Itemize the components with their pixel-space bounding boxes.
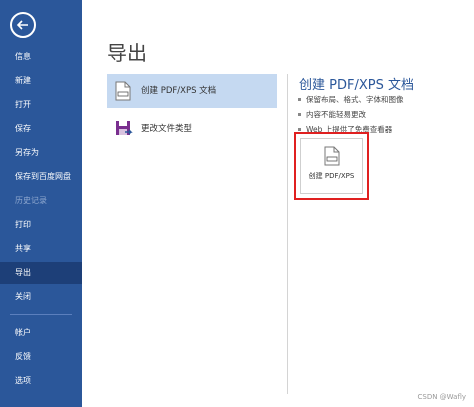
create-pdf-xps-button-label: 创建 PDF/XPS: [308, 172, 355, 180]
page-title: 导出: [107, 41, 147, 65]
pdf-doc-icon: [324, 146, 340, 170]
sidebar-item-feedback[interactable]: 反馈: [0, 346, 82, 368]
option-label: 更改文件类型: [141, 124, 193, 134]
back-arrow-icon[interactable]: [10, 12, 36, 38]
pdf-doc-icon: [115, 81, 131, 105]
sidebar-item-new[interactable]: 新建: [0, 70, 82, 92]
sidebar-item-save-as[interactable]: 另存为: [0, 142, 82, 164]
sidebar-item-save[interactable]: 保存: [0, 118, 82, 140]
detail-bullet: 内容不能轻易更改: [298, 110, 366, 119]
export-panel: 导出 创建 PDF/XPS 文档 更改文件类型 创建 PDF/XPS 文档 保留…: [82, 0, 474, 407]
sidebar-item-options[interactable]: 选项: [0, 370, 82, 392]
sidebar-item-save-to-baidu[interactable]: 保存到百度网盘: [0, 166, 82, 188]
backstage-sidebar: 信息 新建 打开 保存 另存为 保存到百度网盘 历史记录 打印 共享 导出 关闭…: [0, 0, 82, 407]
panel-divider: [287, 74, 288, 394]
option-create-pdf-xps[interactable]: 创建 PDF/XPS 文档: [107, 74, 277, 108]
sidebar-item-export[interactable]: 导出: [0, 262, 82, 284]
sidebar-item-history: 历史记录: [15, 196, 47, 205]
sidebar-item-share[interactable]: 共享: [0, 238, 82, 260]
sidebar-item-close[interactable]: 关闭: [0, 286, 82, 308]
create-pdf-xps-button[interactable]: 创建 PDF/XPS: [300, 138, 363, 194]
sidebar-item-print[interactable]: 打印: [0, 214, 82, 236]
sidebar-item-info[interactable]: 信息: [0, 46, 82, 68]
option-label: 创建 PDF/XPS 文档: [141, 86, 217, 96]
detail-title: 创建 PDF/XPS 文档: [299, 78, 414, 93]
option-change-file-type[interactable]: 更改文件类型: [107, 112, 277, 146]
watermark: CSDN @Wafly: [417, 393, 467, 401]
sidebar-item-account[interactable]: 帐户: [0, 322, 82, 344]
sidebar-divider: [10, 314, 72, 315]
detail-bullet: 保留布局、格式、字体和图像: [298, 95, 404, 104]
change-file-type-icon: [115, 119, 133, 143]
sidebar-item-open[interactable]: 打开: [0, 94, 82, 116]
